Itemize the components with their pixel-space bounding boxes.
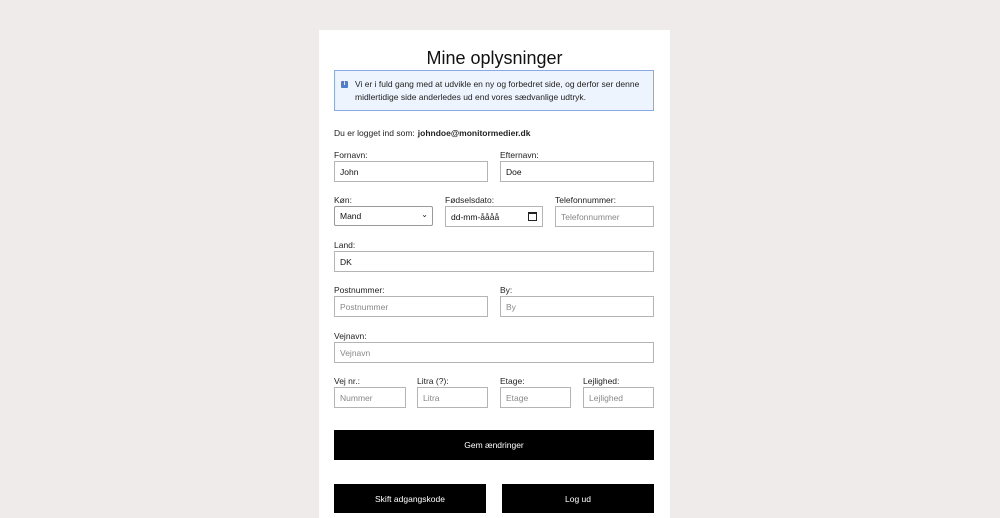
etage-label: Etage:: [500, 376, 525, 386]
postnummer-label: Postnummer:: [334, 285, 385, 295]
fodselsdato-label: Fødselsdato:: [445, 195, 495, 205]
apartment-field[interactable]: [583, 387, 654, 408]
fornavn-label: Fornavn:: [334, 150, 368, 160]
lejlighed-label: Lejlighed:: [583, 376, 620, 386]
logged-in-info: Du er logget ind som: johndoe@monitormedi…: [334, 128, 530, 138]
floor-field[interactable]: [500, 387, 571, 408]
gender-select[interactable]: Mand ⌄: [334, 206, 433, 226]
city-field[interactable]: [500, 296, 654, 317]
birthdate-field[interactable]: dd-mm-åååå: [445, 206, 543, 227]
vejnr-label: Vej nr.:: [334, 376, 360, 386]
info-icon: i: [341, 81, 348, 88]
country-field[interactable]: [334, 251, 654, 272]
litra-label: Litra (?):: [417, 376, 449, 386]
phone-field[interactable]: [555, 206, 654, 227]
profile-card: Mine oplysninger i Vi er i fuld gang med…: [319, 30, 670, 518]
logged-in-email: johndoe@monitormedier.dk: [417, 128, 531, 138]
land-label: Land:: [334, 240, 356, 250]
chevron-down-icon: ⌄: [421, 210, 428, 219]
litra-field[interactable]: [417, 387, 488, 408]
kon-label: Køn:: [334, 195, 352, 205]
street-number-field[interactable]: [334, 387, 406, 408]
save-button[interactable]: Gem ændringer: [334, 430, 654, 460]
birthdate-value: dd-mm-åååå: [451, 212, 500, 222]
by-label: By:: [500, 285, 513, 295]
efternavn-label: Efternavn:: [500, 150, 539, 160]
calendar-icon[interactable]: [528, 212, 537, 221]
notice-text: Vi er i fuld gang med at udvikle en ny o…: [355, 79, 640, 102]
page-title: Mine oplysninger: [426, 48, 563, 68]
efternavn-field[interactable]: [500, 161, 654, 182]
fornavn-field[interactable]: [334, 161, 488, 182]
logged-in-label: Du er logget ind som:: [334, 128, 415, 138]
vejnavn-label: Vejnavn:: [334, 331, 367, 341]
street-field[interactable]: [334, 342, 654, 363]
change-password-button[interactable]: Skift adgangskode: [334, 484, 486, 513]
postal-code-field[interactable]: [334, 296, 488, 317]
info-notice: i Vi er i fuld gang med at udvikle en ny…: [334, 70, 654, 111]
logout-button[interactable]: Log ud: [502, 484, 654, 513]
telefon-label: Telefonnummer:: [555, 195, 616, 205]
gender-select-value: Mand: [340, 211, 362, 221]
